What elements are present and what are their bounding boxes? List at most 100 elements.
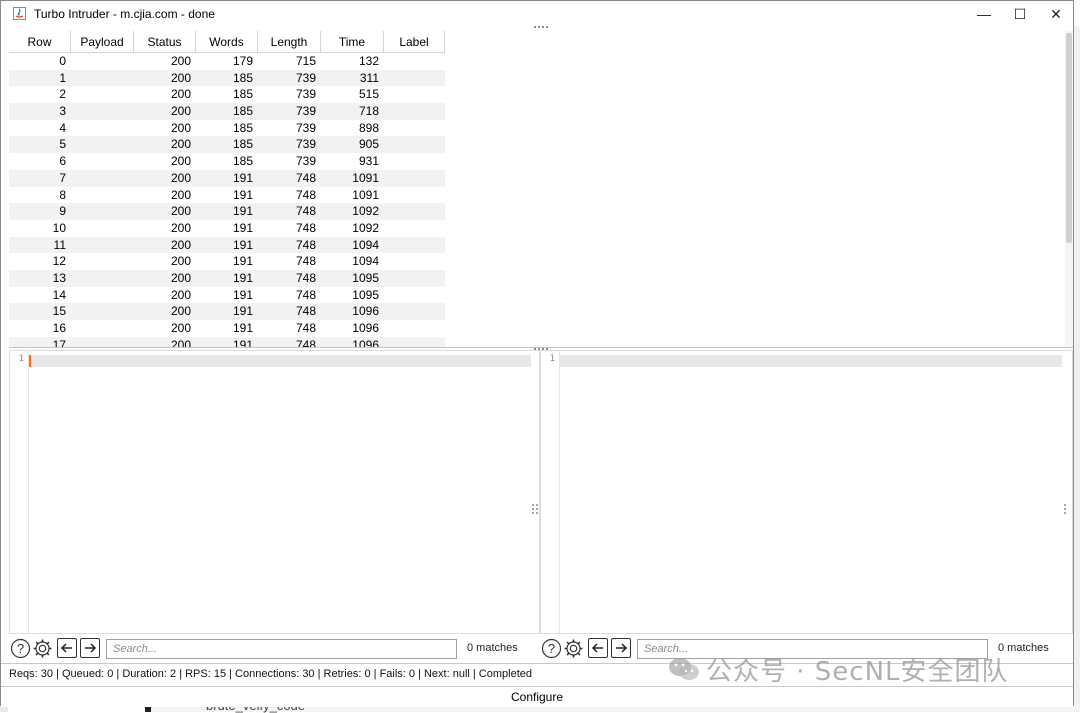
column-header-row[interactable]: Row [9, 31, 71, 53]
cell-label [384, 287, 445, 304]
cell-payload [71, 220, 134, 237]
table-row[interactable]: 10 200 191 748 1092 [9, 220, 445, 237]
cell-status: 200 [170, 104, 191, 119]
cell-time: 1092 [352, 204, 379, 219]
configure-button[interactable]: Configure [1, 686, 1073, 707]
previous-match-button[interactable] [57, 638, 77, 658]
cell-payload [71, 86, 134, 103]
cell-label [384, 136, 445, 153]
cell-words: 191 [232, 237, 253, 252]
cell-row: 10 [52, 220, 66, 235]
table-row[interactable]: 11 200 191 748 1094 [9, 236, 445, 254]
line-gutter: 1 [10, 351, 29, 633]
next-match-button[interactable] [611, 638, 631, 658]
close-button[interactable]: ✕ [1038, 1, 1074, 27]
cell-length: 739 [295, 87, 316, 102]
cell-words: 185 [232, 87, 253, 102]
column-header-words[interactable]: Words [196, 31, 258, 53]
cell-payload [71, 287, 134, 304]
help-icon[interactable]: ? [10, 638, 31, 659]
current-line-highlight [560, 355, 1062, 367]
table-row[interactable]: 3 200 185 739 718 [9, 103, 445, 120]
cell-payload [71, 70, 134, 87]
cell-row: 4 [59, 120, 66, 135]
cell-status: 200 [170, 254, 191, 269]
title-bar[interactable]: Turbo Intruder - m.cjia.com - done — ☐ ✕ [1, 1, 1073, 27]
cell-words: 191 [232, 287, 253, 302]
cell-payload [71, 153, 134, 170]
cell-payload [71, 103, 134, 120]
cell-label [384, 86, 445, 103]
help-icon[interactable]: ? [541, 638, 562, 659]
cell-row: 2 [59, 87, 66, 102]
table-row[interactable]: 16 200 191 748 1096 [9, 320, 445, 337]
table-row[interactable]: 15 200 191 748 1096 [9, 303, 445, 320]
table-row[interactable]: 8 200 191 748 1091 [9, 187, 445, 204]
table-row[interactable]: 4 200 185 739 898 [9, 120, 445, 137]
cell-status: 200 [170, 154, 191, 169]
search-input[interactable]: Search... [637, 639, 988, 659]
column-header-length[interactable]: Length [258, 31, 321, 53]
table-row[interactable]: 0 200 179 715 132 [9, 53, 445, 70]
maximize-button[interactable]: ☐ [1002, 1, 1038, 27]
scrollbar-thumb[interactable] [1066, 33, 1072, 243]
table-row[interactable]: 6 200 185 739 931 [9, 153, 445, 170]
window-title: Turbo Intruder - m.cjia.com - done [34, 7, 215, 21]
cell-row: 14 [52, 287, 66, 302]
cell-length: 739 [295, 70, 316, 85]
svg-text:?: ? [548, 641, 555, 656]
cell-length: 748 [295, 187, 316, 202]
minimize-button[interactable]: — [966, 1, 1002, 27]
cell-row: 9 [59, 204, 66, 219]
cell-payload [71, 120, 134, 137]
table-row[interactable]: 17 200 191 748 1096 [9, 336, 445, 347]
column-header-label[interactable]: Label [384, 31, 445, 53]
previous-match-button[interactable] [588, 638, 608, 658]
cell-row: 8 [59, 187, 66, 202]
cell-time: 311 [359, 70, 379, 85]
table-row[interactable]: 5 200 185 739 905 [9, 136, 445, 154]
cell-time: 1094 [352, 237, 379, 252]
table-row[interactable]: 2 200 185 739 515 [9, 86, 445, 103]
cell-length: 748 [295, 321, 316, 335]
cell-row: 16 [52, 321, 66, 335]
cell-label [384, 103, 445, 120]
request-editor[interactable]: 1 [9, 350, 540, 634]
cell-words: 185 [232, 104, 253, 119]
text-caret [29, 355, 31, 367]
cell-label [384, 120, 445, 137]
cell-label [384, 270, 445, 287]
cell-payload [71, 187, 134, 204]
cell-status: 200 [170, 204, 191, 219]
column-header-payload[interactable]: Payload [71, 31, 134, 53]
table-row[interactable]: 12 200 191 748 1094 [9, 253, 445, 270]
cell-time: 931 [358, 154, 379, 169]
table-row[interactable]: 7 200 191 748 1091 [9, 169, 445, 187]
cell-status: 200 [170, 87, 191, 102]
cell-label [384, 337, 445, 347]
cell-length: 748 [295, 237, 316, 252]
column-header-status[interactable]: Status [134, 31, 196, 53]
search-input[interactable]: Search... [106, 639, 457, 659]
cell-length: 739 [295, 104, 316, 119]
table-row[interactable]: 9 200 191 748 1092 [9, 203, 445, 220]
splitter-grip-vertical-icon[interactable] [1062, 503, 1068, 514]
cell-payload [71, 270, 134, 287]
splitter-grip-vertical-icon[interactable] [532, 503, 538, 514]
gear-icon[interactable] [563, 638, 584, 659]
response-editor[interactable]: 1 [540, 350, 1073, 634]
cell-time: 1091 [352, 170, 379, 185]
cell-status: 200 [170, 220, 191, 235]
next-match-button[interactable] [80, 638, 100, 658]
column-header-time[interactable]: Time [321, 31, 384, 53]
cell-length: 748 [295, 304, 316, 319]
table-scrollbar[interactable] [1065, 31, 1073, 347]
splitter-grip-icon[interactable] [534, 26, 548, 30]
table-row[interactable]: 14 200 191 748 1095 [9, 287, 445, 304]
gear-icon[interactable] [32, 638, 53, 659]
cell-status: 200 [170, 54, 191, 68]
cell-words: 185 [232, 120, 253, 135]
table-row[interactable]: 13 200 191 748 1095 [9, 269, 445, 287]
search-bar-response: ? Search... 0 matches [540, 637, 1073, 661]
table-row[interactable]: 1 200 185 739 311 [9, 69, 445, 87]
